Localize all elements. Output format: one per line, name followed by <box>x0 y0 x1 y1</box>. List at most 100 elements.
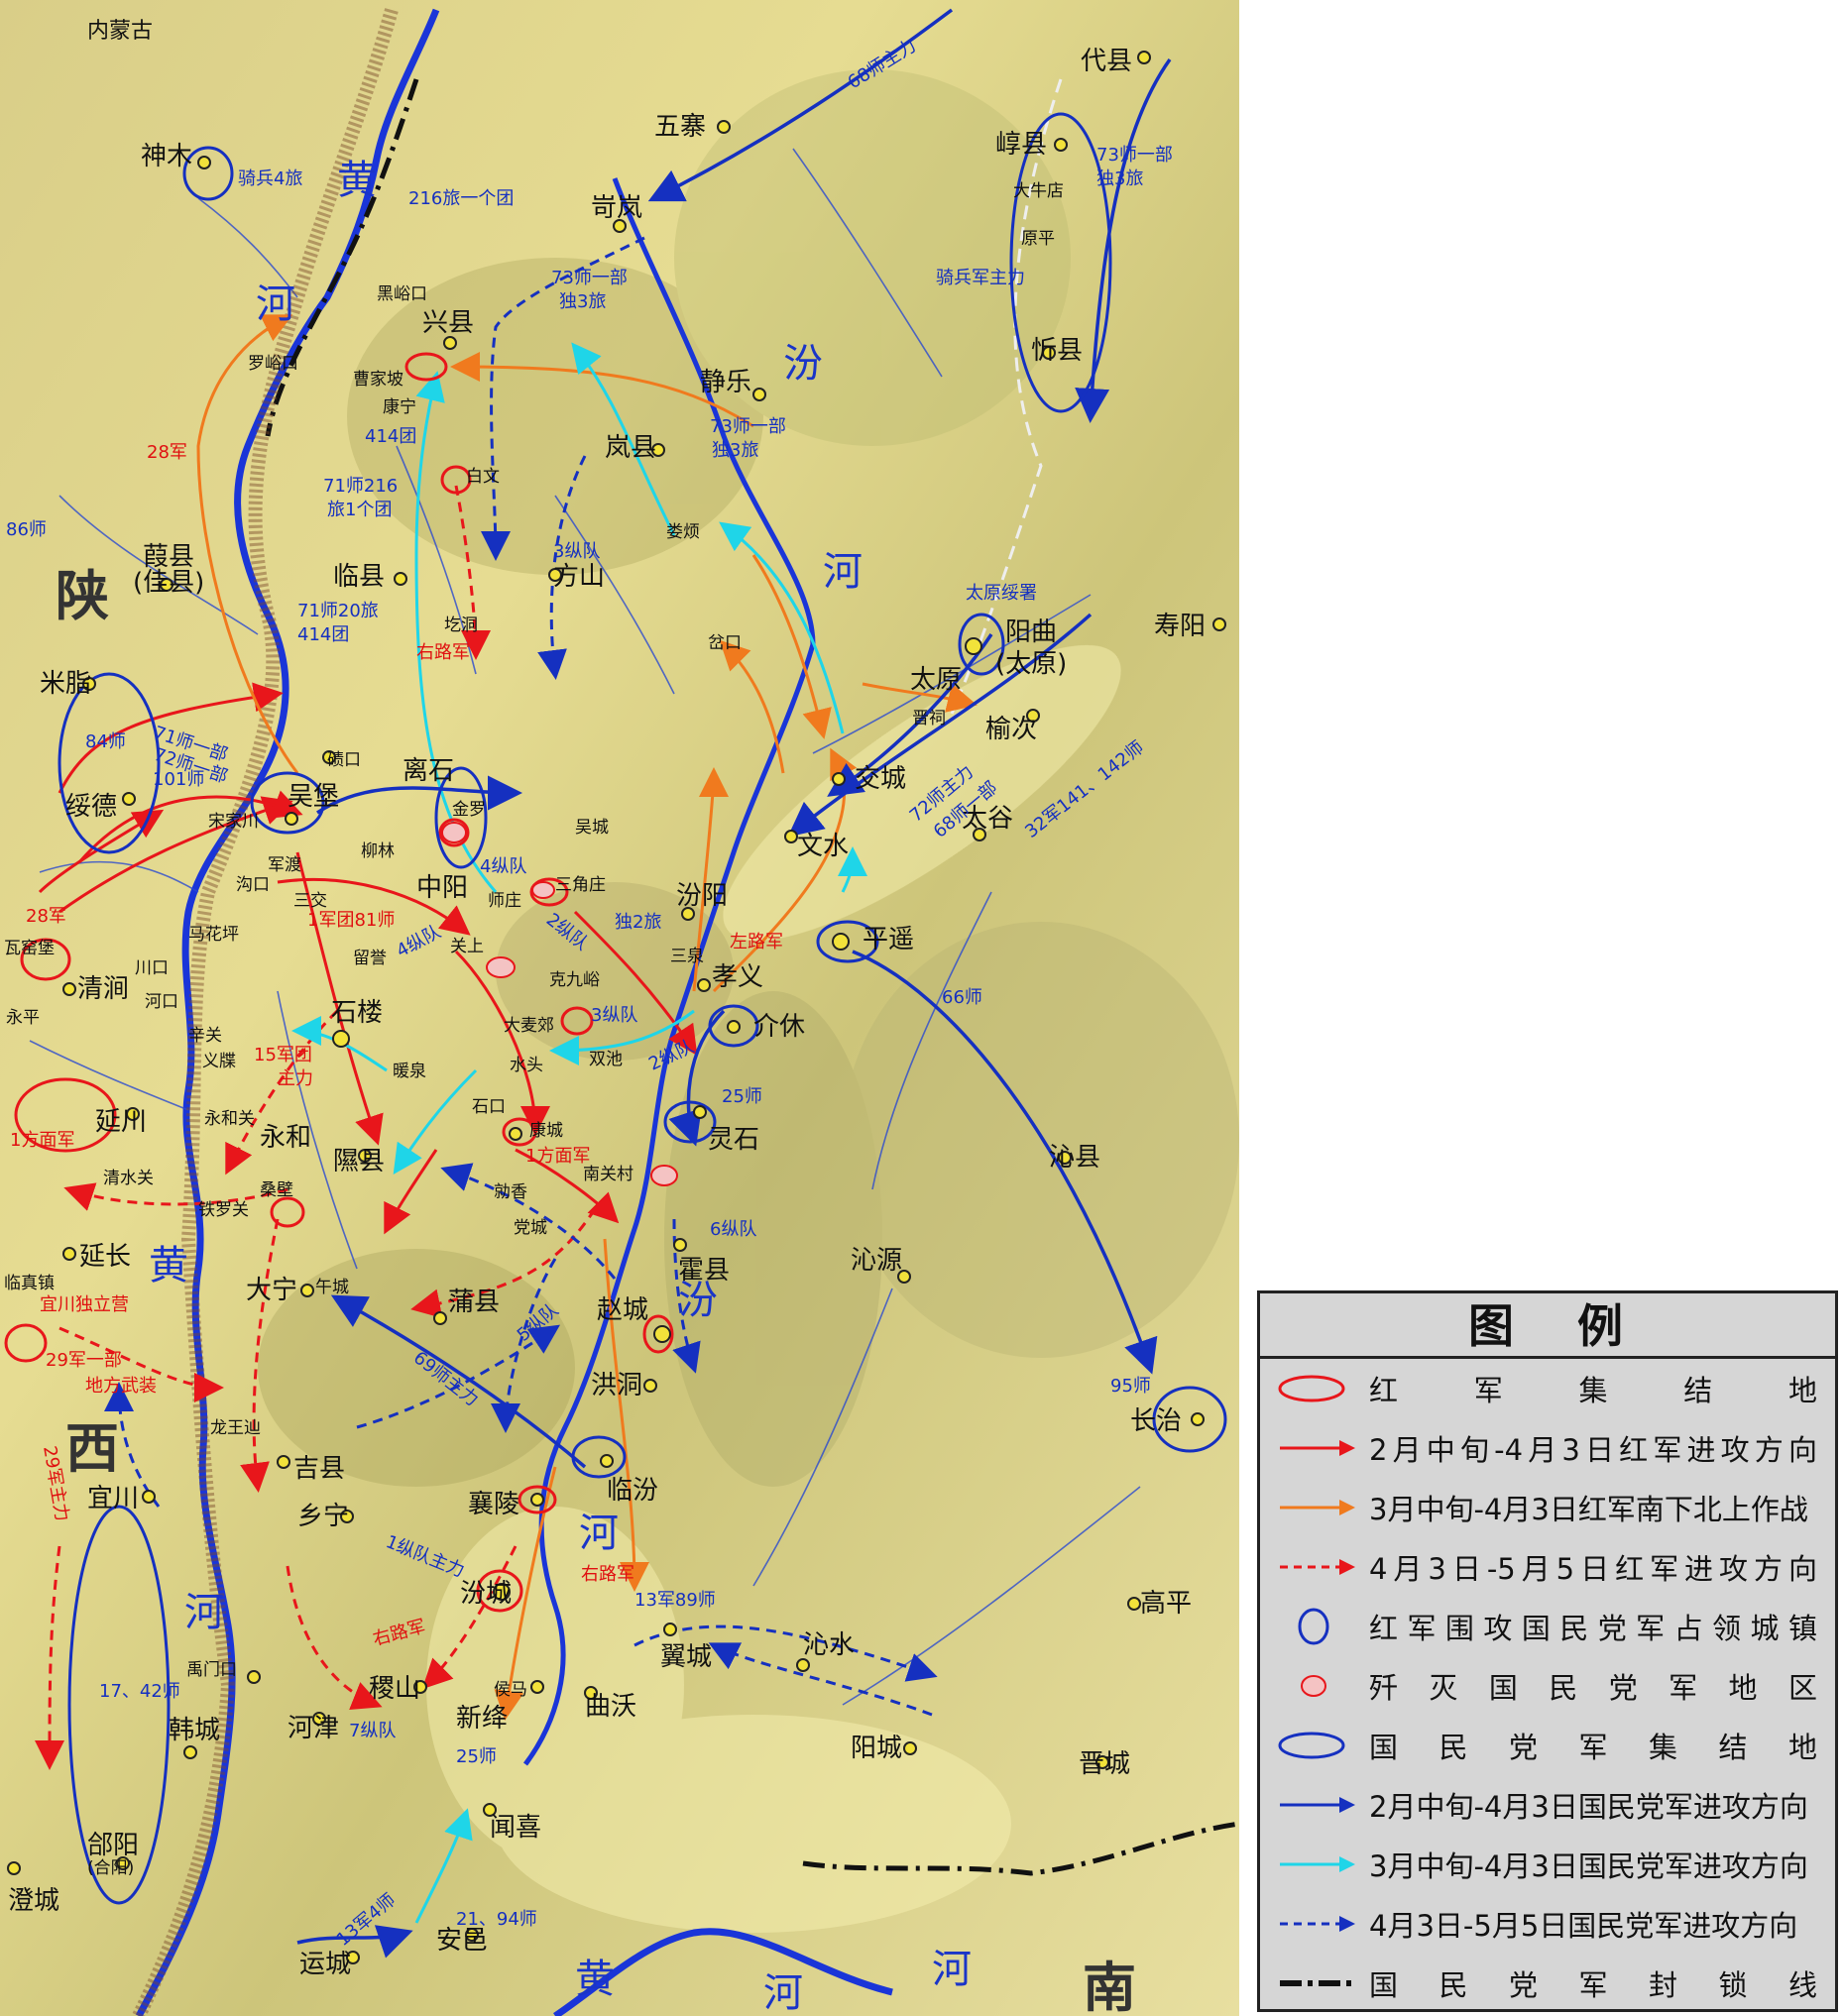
place-wucheng: 吴城 <box>575 818 609 838</box>
place-kelan: 岢岚 <box>591 193 642 223</box>
svg-text:3纵队: 3纵队 <box>591 1005 637 1026</box>
place-yongheguan: 永和关 <box>204 1109 255 1129</box>
place-suide: 绥德 <box>65 792 117 822</box>
svg-text:3纵队: 3纵队 <box>553 541 600 562</box>
svg-text:宜川独立营: 宜川独立营 <box>40 1294 129 1315</box>
place-heiyukou: 黑峪口 <box>377 284 427 304</box>
dotted-ellipse-icon <box>1301 1675 1326 1697</box>
place-kangning: 康宁 <box>383 397 416 417</box>
place-shenmu: 神木 <box>141 142 192 171</box>
place-heyang: 郃阳 <box>87 1831 139 1860</box>
svg-text:73师一部: 73师一部 <box>710 416 786 437</box>
svg-text:4纵队: 4纵队 <box>480 856 526 877</box>
place-yanchuan: 延川 <box>95 1107 147 1137</box>
place-qinxian: 沁县 <box>1049 1143 1100 1173</box>
place-wubao: 吴堡 <box>288 782 339 812</box>
region-shaan: 陕 <box>56 565 109 627</box>
place-qinyuan: 沁源 <box>851 1246 902 1276</box>
place-jinluo: 金罗 <box>452 800 486 820</box>
place-quwo: 曲沃 <box>585 1692 636 1722</box>
place-longwangshan: 龙王辿 <box>210 1418 261 1438</box>
place-xinxian: 忻县 <box>1031 336 1083 366</box>
svg-text:旅1个团: 旅1个团 <box>327 500 392 520</box>
place-tieluoguan: 铁罗关 <box>198 1200 249 1220</box>
cyan-arrow-icon <box>1280 1856 1355 1872</box>
place-yongping: 永平 <box>6 1008 40 1028</box>
place-linxian: 临县 <box>333 562 385 592</box>
place-jinci: 晋祠 <box>912 709 946 728</box>
place-gukou: 岔口 <box>708 633 742 653</box>
place-zhaocheng: 赵城 <box>597 1295 648 1325</box>
place-anyi: 安邑 <box>436 1926 488 1956</box>
place-shizhuang: 师庄 <box>488 891 521 911</box>
place-lingshi: 灵石 <box>708 1125 759 1155</box>
place-jincheng: 晋城 <box>1079 1749 1130 1779</box>
place-xixian: 隰县 <box>333 1147 385 1176</box>
legend-row-red-southnorth: 3月中旬-4月3日红军南下北上作战 <box>1260 1478 1835 1537</box>
region-henan: 南 <box>1083 1957 1136 2016</box>
place-xinguan: 辛关 <box>188 1026 222 1046</box>
svg-text:河: 河 <box>579 1511 619 1556</box>
place-jiaxian2: (佳县) <box>133 568 204 598</box>
svg-text:71师216: 71师216 <box>323 476 398 497</box>
place-qinshui: 沁水 <box>803 1630 855 1660</box>
svg-text:101师: 101师 <box>153 769 204 790</box>
svg-text:河: 河 <box>256 281 295 327</box>
svg-text:95师: 95师 <box>1110 1376 1151 1397</box>
svg-text:13军89师: 13军89师 <box>634 1590 716 1611</box>
place-damaijiao: 大麦郊 <box>504 1016 554 1036</box>
place-daixian: 代县 <box>1081 47 1132 76</box>
place-jingle: 静乐 <box>700 368 751 397</box>
svg-text:1方面军: 1方面军 <box>525 1146 590 1167</box>
place-yangcheng: 阳城 <box>851 1734 902 1763</box>
place-fencheng: 汾城 <box>460 1579 512 1609</box>
place-heyang2: (合阳) <box>87 1858 134 1878</box>
legend-panel: 图例 红军集结地 2月中旬-4月3日红军进攻方向 3月中旬-4月3日红军南下北上… <box>1257 1290 1838 2012</box>
legend-row-red-dashed: 4月3日-5月5日红军进攻方向 <box>1260 1537 1835 1597</box>
blockade-line-icon <box>1280 1980 1355 1986</box>
place-yidie: 义牒 <box>202 1052 236 1071</box>
svg-text:河: 河 <box>763 1970 803 2016</box>
place-jiexiu: 介休 <box>753 1012 805 1042</box>
svg-text:黄: 黄 <box>575 1957 615 2002</box>
svg-text:86师: 86师 <box>6 519 47 540</box>
place-wenxi: 闻喜 <box>490 1813 541 1843</box>
svg-text:黄: 黄 <box>337 158 377 203</box>
place-baiwen: 白文 <box>466 467 500 487</box>
place-liujin: 留誉 <box>353 949 387 968</box>
region-neimenggu: 内蒙古 <box>87 19 153 44</box>
place-nanguancun: 南关村 <box>583 1165 633 1184</box>
place-fangshan: 方山 <box>553 562 605 592</box>
orange-arrow-icon <box>1280 1500 1355 1515</box>
place-linzhen: 临真镇 <box>4 1274 55 1293</box>
blue-arrow-icon <box>1280 1797 1355 1813</box>
place-loufan: 娄烦 <box>666 522 700 542</box>
svg-text:73师一部: 73师一部 <box>551 268 628 288</box>
place-jiaocheng: 交城 <box>855 764 906 794</box>
place-yichuan: 宜川 <box>87 1484 139 1513</box>
place-shuangchi: 双池 <box>589 1050 623 1069</box>
svg-text:独3旅: 独3旅 <box>1096 168 1143 189</box>
svg-text:25师: 25师 <box>722 1086 762 1107</box>
legend-row-kmt-dashed: 4月3日-5月5日国民党军进攻方向 <box>1260 1894 1835 1954</box>
place-gaoping: 高平 <box>1140 1589 1192 1619</box>
place-junqudu: 军渡 <box>268 855 301 875</box>
svg-text:河: 河 <box>932 1947 972 1992</box>
svg-text:骑兵4旅: 骑兵4旅 <box>238 168 302 189</box>
svg-text:独3旅: 独3旅 <box>559 291 606 312</box>
place-shikou: 石口 <box>472 1097 506 1117</box>
place-lishi: 离石 <box>403 756 454 786</box>
place-yicheng: 翼城 <box>660 1642 712 1672</box>
legend-row-blockade: 国民党军封锁线 <box>1260 1954 1835 2013</box>
place-daning: 大宁 <box>246 1276 297 1305</box>
svg-text:25师: 25师 <box>456 1746 497 1767</box>
place-xiangling: 襄陵 <box>468 1490 519 1519</box>
place-gedong: 圪洞 <box>444 616 478 635</box>
place-guanshang: 关上 <box>450 937 484 956</box>
svg-text:414团: 414团 <box>297 624 349 645</box>
legend-title: 图例 <box>1260 1293 1835 1359</box>
place-yonghe: 永和 <box>260 1123 311 1153</box>
place-liulin: 柳林 <box>361 841 395 861</box>
red-ellipse-icon <box>1278 1375 1345 1402</box>
place-chengcheng: 澄城 <box>8 1886 59 1916</box>
